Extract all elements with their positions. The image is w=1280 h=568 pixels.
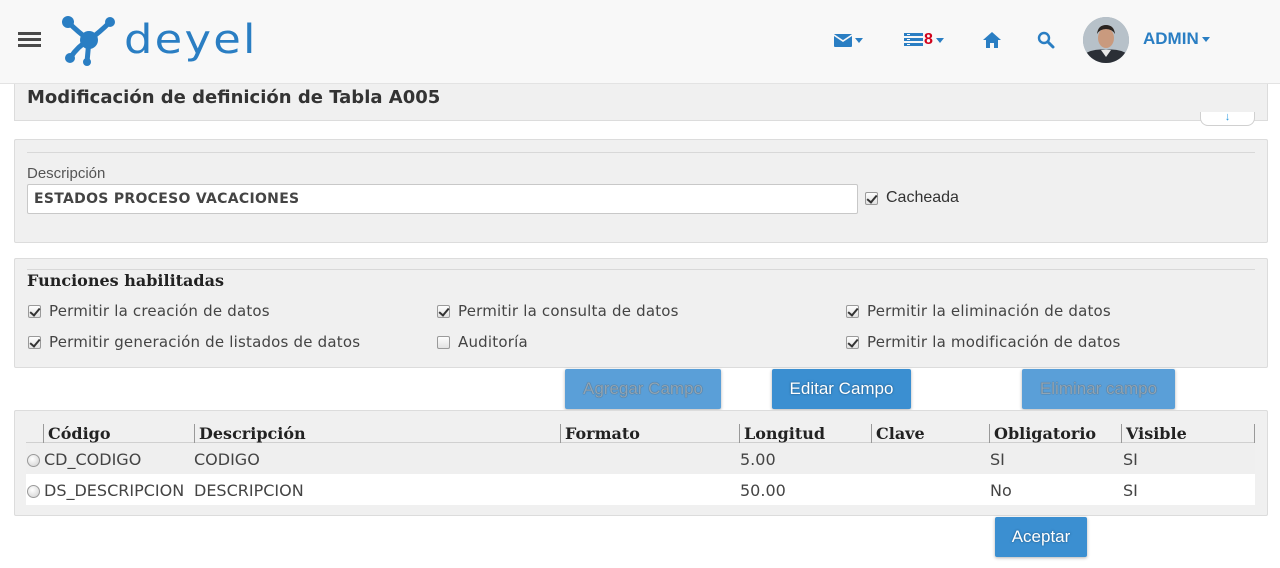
option-query[interactable]: Permitir la consulta de datos [437, 302, 679, 320]
cell-description: DESCRIPCION [194, 481, 304, 500]
cached-option[interactable]: Cacheada [865, 189, 959, 207]
top-navbar: deyel 8 ADMIN [0, 0, 1280, 84]
option-label: Auditoría [458, 333, 528, 351]
search-button[interactable] [1037, 28, 1055, 52]
row-select-radio[interactable] [27, 485, 40, 498]
menu-icon[interactable] [18, 32, 41, 52]
cell-length: 50.00 [740, 481, 786, 500]
functions-title: Funciones habilitadas [27, 271, 224, 290]
option-modify[interactable]: Permitir la modificación de datos [846, 333, 1120, 351]
table-header: Código Descripción Formato Longitud Clav… [26, 422, 1255, 443]
tasks-menu[interactable]: 8 [904, 28, 944, 52]
option-label: Permitir generación de listados de datos [49, 333, 361, 351]
column-header-description[interactable]: Descripción [194, 424, 306, 443]
table-row[interactable]: CD_CODIGO CODIGO 5.00 SI SI [26, 443, 1255, 474]
option-delete[interactable]: Permitir la eliminación de datos [846, 302, 1111, 320]
cached-label: Cacheada [886, 189, 959, 206]
column-header-length[interactable]: Longitud [739, 424, 825, 443]
cell-description: CODIGO [194, 450, 260, 469]
accept-button[interactable]: Aceptar [995, 517, 1087, 557]
cell-code: CD_CODIGO [44, 450, 142, 469]
avatar[interactable] [1083, 17, 1129, 63]
home-icon [983, 32, 1001, 48]
expand-toggle[interactable]: ↓ [1200, 112, 1255, 126]
cell-required: No [990, 481, 1012, 500]
mail-icon [834, 33, 852, 47]
row-select-radio[interactable] [27, 454, 40, 467]
page-title: Modificación de definición de Tabla A005 [27, 87, 441, 108]
cell-length: 5.00 [740, 450, 776, 469]
description-panel: Descripción ESTADOS PROCESO VACACIONES C… [14, 139, 1268, 243]
description-label: Descripción [27, 165, 106, 182]
option-label: Permitir la eliminación de datos [867, 302, 1111, 320]
query-checkbox[interactable] [437, 304, 450, 318]
delete-field-button[interactable]: Eliminar campo [1022, 369, 1175, 409]
deyel-logo[interactable]: deyel [60, 14, 255, 66]
mail-menu[interactable] [834, 28, 863, 52]
column-header-code[interactable]: Código [43, 424, 111, 443]
option-listing[interactable]: Permitir generación de listados de datos [28, 333, 360, 351]
cached-checkbox[interactable] [865, 191, 878, 205]
create-checkbox[interactable] [28, 304, 41, 318]
option-label: Permitir la modificación de datos [867, 333, 1121, 351]
description-field[interactable]: ESTADOS PROCESO VACACIONES [27, 184, 858, 214]
page-title-panel: Modificación de definición de Tabla A005 [14, 84, 1268, 121]
modify-checkbox[interactable] [846, 335, 859, 349]
cell-code: DS_DESCRIPCION [44, 481, 185, 500]
column-header-required[interactable]: Obligatorio [989, 424, 1096, 443]
column-header-visible[interactable]: Visible [1121, 424, 1187, 443]
user-name: ADMIN [1143, 29, 1199, 48]
tasks-icon [904, 33, 923, 46]
add-field-button[interactable]: Agregar Campo [565, 369, 721, 409]
home-button[interactable] [982, 28, 1002, 52]
user-photo-icon [1083, 17, 1129, 63]
option-create[interactable]: Permitir la creación de datos [28, 302, 270, 320]
functions-panel: Funciones habilitadas Permitir la creaci… [14, 258, 1268, 368]
arrow-down-icon: ↓ [1224, 111, 1231, 123]
cell-visible: SI [1123, 450, 1138, 469]
delete-checkbox[interactable] [846, 304, 859, 318]
column-divider [1254, 424, 1255, 443]
option-audit[interactable]: Auditoría [437, 333, 528, 351]
logo-mark-icon [62, 16, 115, 66]
audit-checkbox[interactable] [437, 335, 450, 349]
option-label: Permitir la creación de datos [49, 302, 270, 320]
table-row[interactable]: DS_DESCRIPCION DESCRIPCION 50.00 No SI [26, 474, 1255, 505]
option-label: Permitir la consulta de datos [458, 302, 679, 320]
listing-checkbox[interactable] [28, 335, 41, 349]
column-header-key[interactable]: Clave [871, 424, 925, 443]
logo-text: deyel [124, 17, 258, 63]
divider [27, 269, 1255, 270]
chevron-down-icon [935, 37, 944, 43]
edit-field-button[interactable]: Editar Campo [772, 369, 911, 409]
column-header-format[interactable]: Formato [560, 424, 640, 443]
chevron-down-icon [855, 37, 863, 43]
user-menu[interactable]: ADMIN [1143, 29, 1210, 49]
cell-visible: SI [1123, 481, 1138, 500]
search-icon [1037, 31, 1055, 49]
chevron-down-icon [1201, 36, 1210, 42]
fields-table: Código Descripción Formato Longitud Clav… [26, 422, 1255, 505]
notification-count: 8 [924, 31, 933, 48]
divider [27, 152, 1255, 153]
cell-required: SI [990, 450, 1005, 469]
